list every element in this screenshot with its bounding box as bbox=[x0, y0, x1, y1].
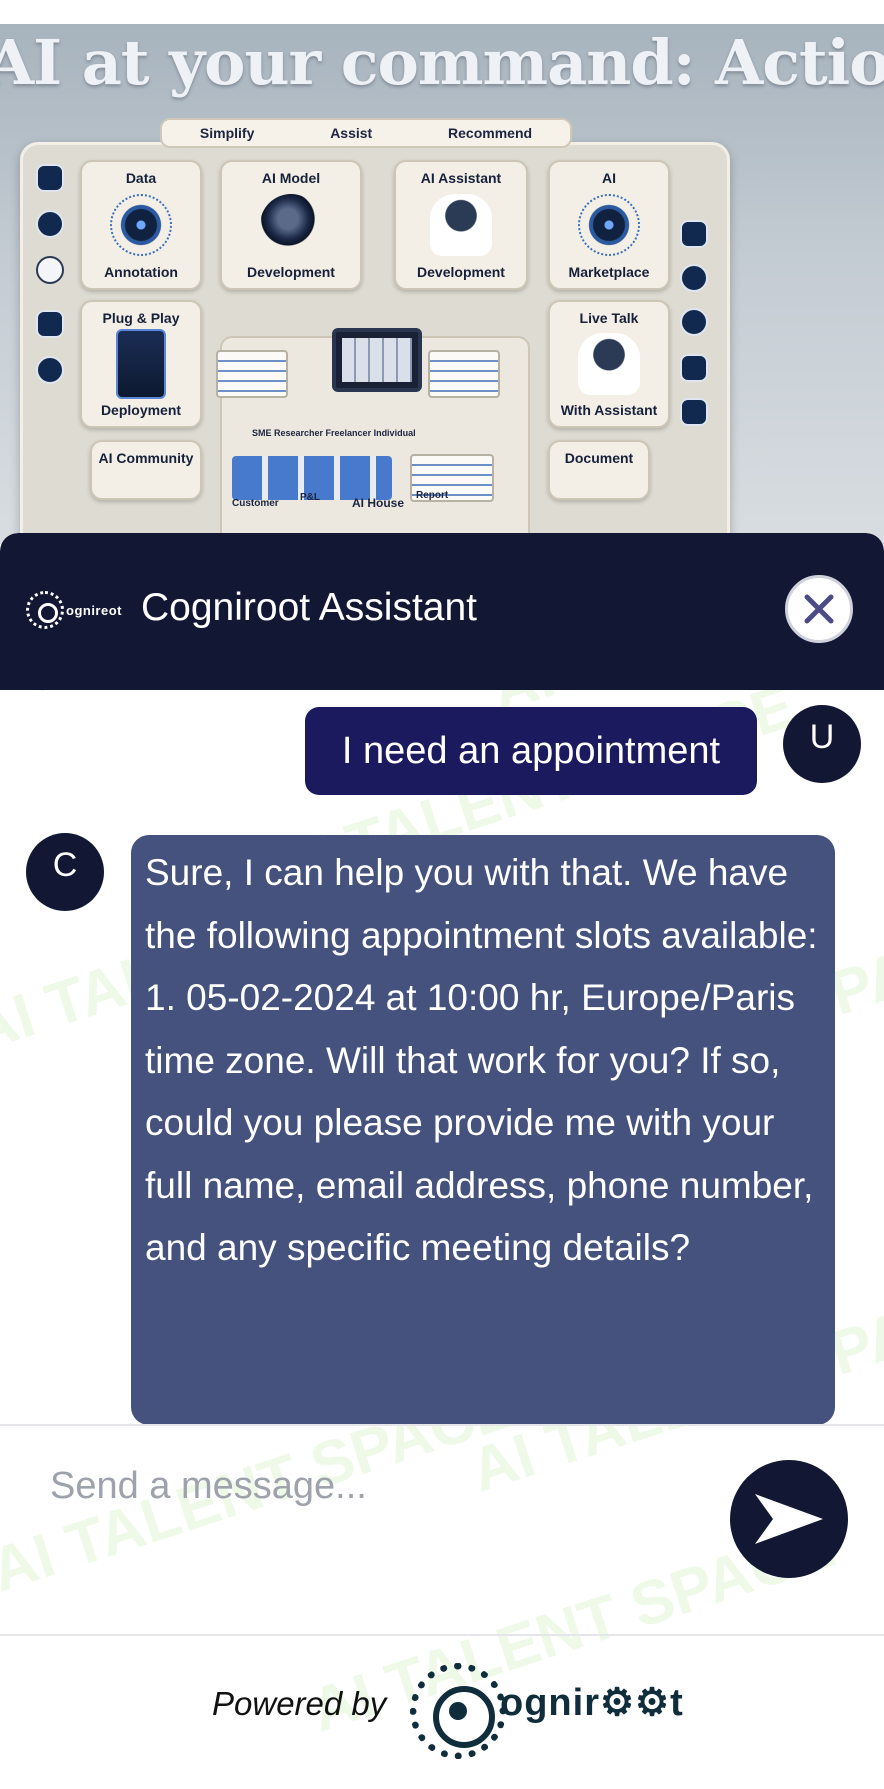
card-label: Data bbox=[125, 170, 157, 186]
assistant-avatar: C bbox=[26, 833, 104, 911]
powered-by-label: Powered by bbox=[212, 1685, 387, 1722]
card-document: Document bbox=[548, 440, 650, 500]
solutions-panel: SME Researcher Freelancer Individual bbox=[216, 328, 530, 544]
card-ai-assistant: AI Assistant Development bbox=[394, 160, 528, 290]
card-label: Marketplace bbox=[568, 264, 650, 280]
card-label: AI Assistant bbox=[420, 170, 502, 186]
card-label: Plug & Play bbox=[102, 310, 180, 326]
topbar-recommend: Recommend bbox=[448, 125, 533, 141]
card-label: Development bbox=[417, 264, 505, 280]
topbar-simplify: Simplify bbox=[199, 125, 255, 141]
cogniroot-logo-icon[interactable] bbox=[410, 1663, 506, 1759]
chat-title: Cogniroot Assistant bbox=[141, 586, 478, 629]
app-icon bbox=[680, 354, 708, 382]
topbar-assist: Assist bbox=[330, 125, 373, 141]
card-label: AI Model bbox=[261, 170, 321, 186]
card-data-annotation: Data Annotation bbox=[80, 160, 202, 290]
document-icon bbox=[216, 350, 288, 398]
card-live-talk: Live Talk With Assistant bbox=[548, 300, 670, 428]
header-logo-text: ognireot bbox=[66, 602, 122, 618]
cogniroot-logo-icon bbox=[26, 591, 64, 629]
feature-topbar: Simplify Assist Recommend bbox=[160, 118, 572, 148]
card-ai-marketplace: AI Marketplace bbox=[548, 160, 670, 290]
footer-brand-text: ognir⚙⚙t bbox=[500, 1682, 684, 1724]
data-annotation-icon bbox=[110, 194, 172, 256]
app-icon bbox=[680, 264, 708, 292]
chat-panel: AI TALENT SPACE AI TALENT SPACE AI TALEN… bbox=[0, 533, 884, 1789]
card-ai-community: AI Community bbox=[90, 440, 202, 500]
card-plug-play: Plug & Play Deployment bbox=[80, 300, 202, 428]
report-label: Report bbox=[416, 490, 449, 501]
send-button[interactable] bbox=[730, 1460, 848, 1578]
roles-label: SME Researcher Freelancer Individual bbox=[252, 428, 416, 438]
assistant-message-bubble: Sure, I can help you with that. We have … bbox=[131, 835, 835, 1425]
app-icon bbox=[680, 220, 708, 248]
user-message-bubble: I need an appointment bbox=[305, 707, 757, 795]
card-label: With Assistant bbox=[560, 402, 658, 418]
pl-label: P&L bbox=[300, 492, 320, 503]
globe-icon bbox=[260, 194, 322, 256]
card-label: Development bbox=[247, 264, 335, 280]
app-icon bbox=[36, 256, 64, 284]
send-icon bbox=[755, 1494, 823, 1544]
app-icon bbox=[680, 308, 708, 336]
card-label: AI Community bbox=[98, 450, 194, 466]
chip-icon bbox=[116, 329, 166, 399]
card-label: Document bbox=[564, 450, 634, 466]
chat-header: ognireot Cogniroot Assistant bbox=[0, 533, 884, 690]
card-label: Live Talk bbox=[579, 310, 639, 326]
customer-label: Customer bbox=[232, 498, 279, 509]
user-avatar: U bbox=[783, 705, 861, 783]
message-input[interactable] bbox=[50, 1450, 690, 1522]
message-composer bbox=[0, 1424, 884, 1634]
monitor-icon bbox=[332, 328, 422, 392]
ai-house-label: AI House bbox=[352, 496, 405, 510]
app-icon bbox=[680, 398, 708, 426]
assistant-head-icon bbox=[430, 194, 492, 256]
card-label: Annotation bbox=[104, 264, 178, 280]
app-icon bbox=[36, 210, 64, 238]
live-talk-icon bbox=[578, 333, 640, 395]
card-ai-model: AI Model Development bbox=[220, 160, 362, 290]
hero-title: AI at your command: Action bbox=[0, 26, 884, 99]
app-icon bbox=[36, 164, 64, 192]
close-icon bbox=[804, 594, 834, 624]
app-icon bbox=[36, 310, 64, 338]
close-chat-button[interactable] bbox=[785, 575, 853, 643]
app-icon bbox=[36, 356, 64, 384]
header-logo: ognireot bbox=[26, 591, 122, 629]
document-icon bbox=[428, 350, 500, 398]
chat-footer: Powered by ognir⚙⚙t bbox=[0, 1634, 884, 1789]
card-label: Deployment bbox=[100, 402, 182, 418]
hero-banner: AI at your command: Action Simplify Assi… bbox=[0, 24, 884, 544]
card-label: AI bbox=[602, 170, 616, 186]
marketplace-icon bbox=[578, 194, 640, 256]
